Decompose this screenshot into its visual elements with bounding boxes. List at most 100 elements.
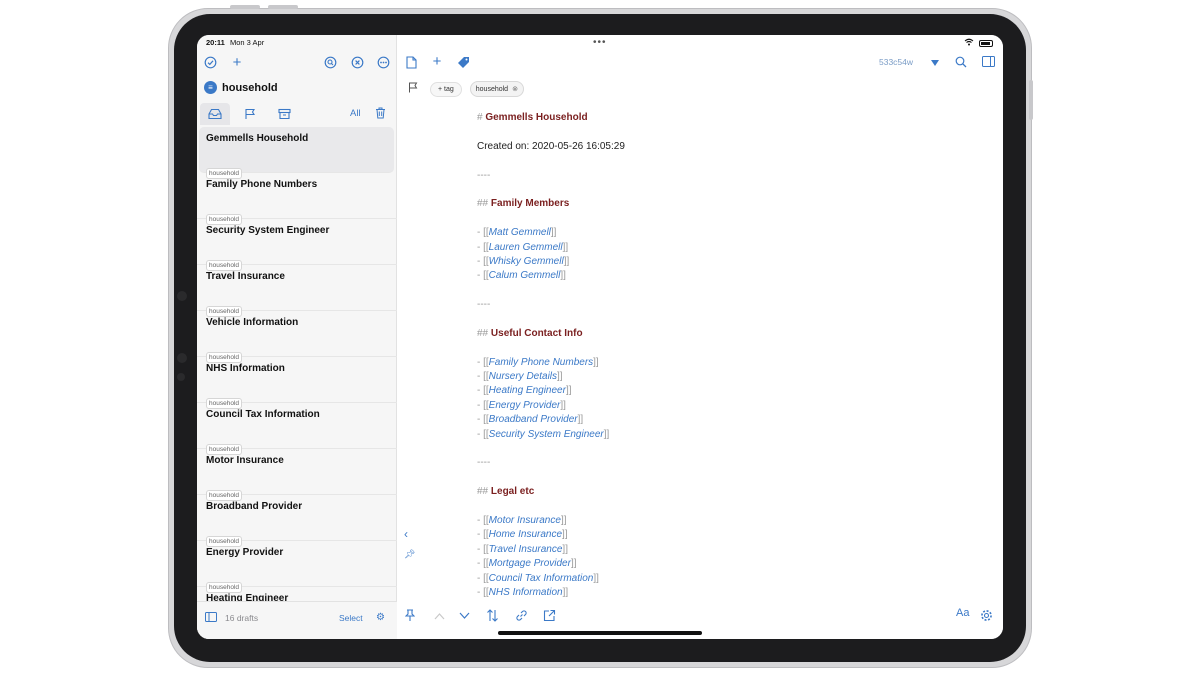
list-item-line: - [[Council Tax Information]] [477,572,907,586]
wiki-link[interactable]: Energy Provider [489,400,561,411]
sidebar-toggle-icon[interactable] [205,612,217,625]
draft-title: Family Phone Numbers [206,179,318,190]
tag-chip[interactable]: household ⊗ [469,81,524,97]
remove-tag-icon[interactable]: ⊗ [512,85,518,93]
draft-title: Gemmells Household [206,133,309,144]
search-circle-icon[interactable] [323,56,337,70]
draft-list-item[interactable]: Council Tax Information household [197,403,397,455]
draft-title: NHS Information [206,363,285,374]
wiki-link[interactable]: Heating Engineer [489,385,566,396]
chevron-down-icon[interactable] [928,56,942,70]
tag-icon[interactable] [456,56,470,72]
list-item-line: - [[Energy Provider]] [477,399,907,413]
list-item-line: - [[Lauren Gemmell]] [477,241,907,255]
wiki-link[interactable]: NHS Information [489,587,563,598]
section-heading-line: ## Family Members [477,197,907,211]
horizontal-rule: ---- [477,169,491,181]
select-button[interactable]: Select [339,613,363,623]
more-circle-icon[interactable] [376,56,390,70]
draft-list-item[interactable]: Security System Engineer household [197,219,397,271]
wiki-link[interactable]: Matt Gemmell [489,227,551,238]
draft-title: Travel Insurance [206,271,285,282]
chevron-up-icon[interactable] [434,609,445,623]
clear-circle-icon[interactable] [350,56,364,70]
pin-icon[interactable] [404,609,416,625]
draft-list-item[interactable]: Motor Insurance household [197,449,397,501]
draft-hash[interactable]: 533c54w [879,57,913,67]
wiki-link[interactable]: Home Insurance [489,529,562,540]
wiki-link[interactable]: Mortgage Provider [489,558,571,569]
check-circle-icon[interactable] [203,56,217,70]
wiki-link[interactable]: Broadband Provider [489,414,578,425]
new-document-icon[interactable] [404,56,418,72]
draft-list-item[interactable]: Energy Provider household [197,541,397,593]
filter-settings-icon[interactable]: ⚙ [376,612,385,623]
draft-list-item[interactable]: Heating Engineerhousehold [197,587,397,601]
section-heading: Family Members [490,198,570,210]
side-controls: ‹ 📌︎ [404,527,415,560]
tab-flagged[interactable] [235,103,265,125]
plus-icon[interactable]: + [230,55,244,70]
section-heading: Legal etc [490,486,535,498]
status-indicators [964,38,993,48]
heading-line: # Gemmells Household [477,111,907,125]
link-close-mark: ]] [603,428,610,440]
link-open-mark: - [[ [477,586,489,598]
wiki-link[interactable]: Security System Engineer [489,429,604,440]
wiki-link[interactable]: Lauren Gemmell [489,242,563,253]
link-close-mark: ]] [562,543,568,555]
chevron-left-icon[interactable]: ‹ [404,527,415,541]
pin-side-icon[interactable]: 📌︎ [404,549,415,560]
wiki-link[interactable]: Calum Gemmell [489,270,561,281]
tab-all[interactable]: All [350,108,361,119]
sort-arrows-icon[interactable] [486,609,499,625]
list-item-line: - [[Motor Insurance]] [477,514,907,528]
editor-pane: ••• + 533c54w + tag household ⊗ # Gemmel… [398,35,1003,639]
multitasking-dots-icon[interactable]: ••• [593,37,607,48]
draft-list-item[interactable]: Family Phone Numbers household [197,173,397,225]
share-icon[interactable] [543,609,556,625]
draft-list-item[interactable]: Travel Insurance household [197,265,397,317]
link-icon[interactable] [515,609,528,625]
subheading-mark: ## [477,198,489,210]
font-size-button[interactable]: Aa [956,607,969,619]
link-open-mark: - [[ [477,514,489,526]
flag-icon[interactable] [408,82,422,96]
workspace-selector[interactable]: ≡ household [204,81,278,94]
action-panel-icon[interactable] [981,56,995,70]
link-open-mark: - [[ [477,414,489,426]
wifi-icon [964,38,974,48]
draft-list-item[interactable]: NHS Information household [197,357,397,409]
link-open-mark: - [[ [477,572,489,584]
wiki-link[interactable]: Travel Insurance [489,544,563,555]
tab-inbox[interactable] [200,103,230,125]
list-item-line: - [[Family Phone Numbers]] [477,356,907,370]
settings-icon[interactable] [980,609,993,625]
link-close-mark: ]] [550,227,557,239]
link-open-mark: - [[ [477,529,489,541]
wiki-link[interactable]: Family Phone Numbers [489,357,593,368]
trash-icon[interactable] [375,107,386,122]
tag-row: + tag household ⊗ [408,81,524,97]
draft-list-sidebar: 20:11 Mon 3 Apr + ≡ household All Gemmel… [197,35,397,639]
draft-list-item[interactable]: Gemmells Household household [199,127,394,179]
link-open-mark: - [[ [477,399,489,411]
link-close-mark: ]] [560,399,566,411]
sidebar-footer: 16 drafts Select ⚙ [197,601,397,639]
wiki-link[interactable]: Motor Insurance [489,515,561,526]
tab-archive[interactable] [269,103,299,125]
wiki-link[interactable]: Council Tax Information [489,573,594,584]
add-icon[interactable]: + [430,54,444,69]
draft-list-item[interactable]: Broadband Provider household [197,495,397,547]
list-item-line: - [[Matt Gemmell]] [477,226,907,240]
list-tabs: All [197,103,397,125]
draft-list-item[interactable]: Vehicle Information household [197,311,397,363]
wiki-link[interactable]: Nursery Details [489,371,557,382]
search-icon[interactable] [954,56,968,71]
wiki-link[interactable]: Whisky Gemmell [489,256,564,267]
chevron-down-nav-icon[interactable] [459,609,470,623]
list-item-line: - [[Mortgage Provider]] [477,557,907,571]
draft-content[interactable]: # Gemmells Household Created on: 2020-05-… [477,111,907,600]
add-tag-button[interactable]: + tag [430,81,462,97]
